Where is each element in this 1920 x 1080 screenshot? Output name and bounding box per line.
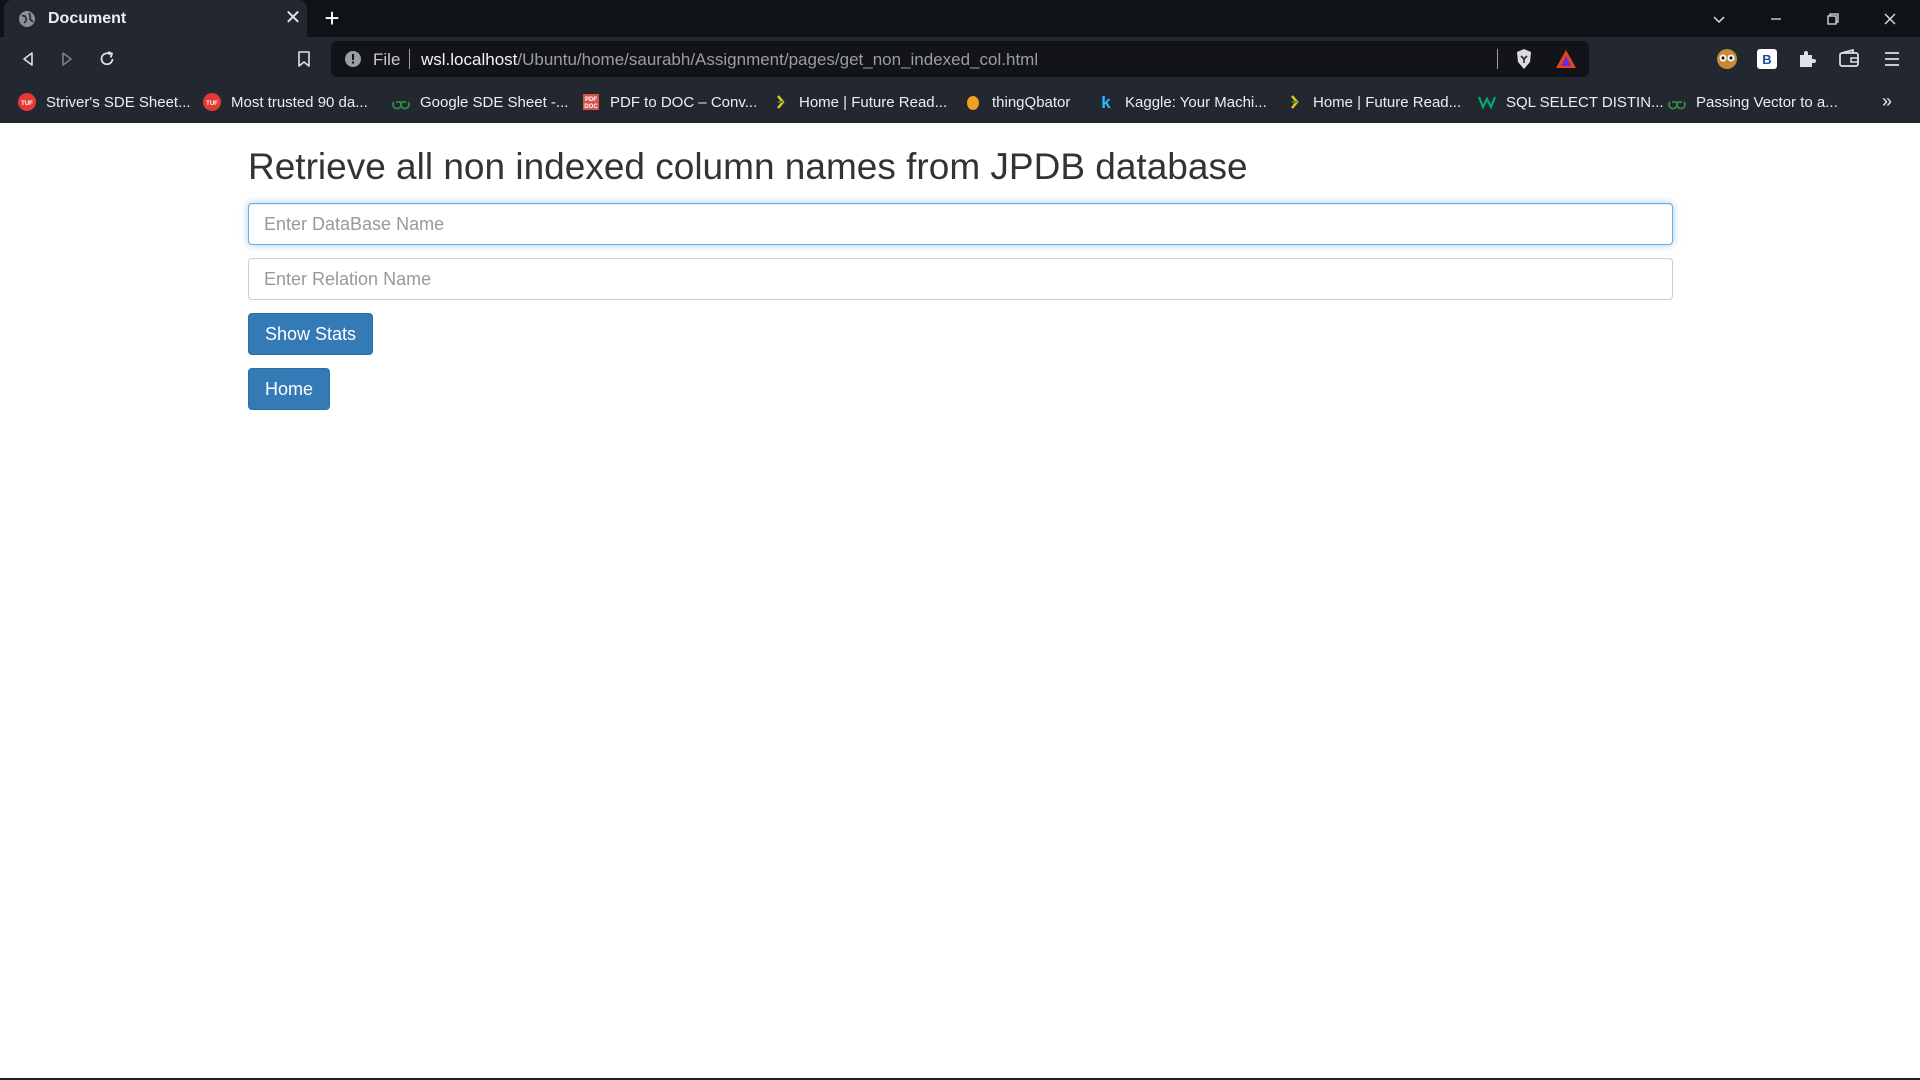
pdf2doc-icon: PDF DOC bbox=[582, 93, 600, 111]
reload-icon[interactable] bbox=[95, 47, 119, 71]
svg-text:TUF: TUF bbox=[21, 101, 33, 107]
close-window-icon[interactable] bbox=[1877, 6, 1903, 32]
bookmark-item[interactable]: TUF Striver's SDE Sheet... bbox=[18, 91, 191, 113]
bookmark-label: Google SDE Sheet -... bbox=[420, 93, 569, 111]
tab-title: Document bbox=[48, 10, 127, 27]
bookmark-item[interactable]: SQL SELECT DISTIN... bbox=[1477, 91, 1664, 113]
gfg-icon bbox=[1668, 93, 1686, 111]
bookmark-label: Most trusted 90 da... bbox=[231, 93, 368, 111]
address-url[interactable]: wsl.localhost/Ubuntu/home/saurabh/Assign… bbox=[421, 50, 1038, 70]
bookmark-label: SQL SELECT DISTIN... bbox=[1506, 93, 1664, 111]
extension-b-icon[interactable]: B bbox=[1755, 47, 1779, 71]
bookmark-label: Home | Future Read... bbox=[799, 93, 948, 111]
bookmark-icon[interactable] bbox=[292, 47, 316, 71]
gfg-icon bbox=[392, 93, 410, 111]
future-ready-icon bbox=[771, 93, 789, 111]
info-icon[interactable] bbox=[344, 50, 362, 68]
tuf-icon: TUF bbox=[18, 93, 36, 111]
wallet-icon[interactable] bbox=[1837, 47, 1861, 71]
database-name-input[interactable] bbox=[248, 203, 1673, 245]
bookmark-label: PDF to DOC – Conv... bbox=[610, 93, 758, 111]
tuf-icon: TUF bbox=[203, 93, 221, 111]
svg-text:B: B bbox=[1762, 52, 1771, 67]
bookmark-label: Passing Vector to a... bbox=[1696, 93, 1838, 111]
kaggle-icon: k bbox=[1097, 93, 1115, 112]
bookmark-label: Striver's SDE Sheet... bbox=[46, 93, 191, 111]
w3schools-icon bbox=[1477, 93, 1497, 111]
address-path: /Ubuntu/home/saurabh/Assignment/pages/ge… bbox=[517, 50, 1039, 69]
globe-icon bbox=[18, 10, 36, 28]
forward-icon[interactable] bbox=[55, 47, 79, 71]
page-content: Retrieve all non indexed column names fr… bbox=[0, 123, 1920, 1078]
tab-bar: Document ✕ + bbox=[0, 0, 1920, 37]
brave-rewards-icon[interactable] bbox=[1555, 49, 1577, 69]
bookmarks-bar: TUF Striver's SDE Sheet... TUF Most trus… bbox=[0, 81, 1920, 123]
bookmark-item[interactable]: Google SDE Sheet -... bbox=[392, 91, 568, 113]
address-separator bbox=[409, 49, 410, 69]
svg-text:TUF: TUF bbox=[206, 101, 218, 107]
bookmark-item[interactable]: TUF Most trusted 90 da... bbox=[203, 91, 368, 113]
bookmark-label: Home | Future Read... bbox=[1313, 93, 1462, 111]
extension-owl-icon[interactable] bbox=[1715, 47, 1739, 71]
address-host: wsl.localhost bbox=[421, 50, 518, 69]
back-icon[interactable] bbox=[16, 47, 40, 71]
extensions-puzzle-icon[interactable] bbox=[1795, 47, 1819, 71]
home-button[interactable]: Home bbox=[248, 368, 331, 410]
svg-text:k: k bbox=[1101, 93, 1111, 111]
address-divider bbox=[1497, 49, 1498, 69]
bookmark-label: thingQbator bbox=[992, 93, 1071, 111]
tab-search-icon[interactable] bbox=[1706, 6, 1732, 32]
relation-name-input[interactable] bbox=[248, 258, 1673, 300]
close-tab-icon[interactable]: ✕ bbox=[283, 8, 303, 28]
thingqbator-icon bbox=[964, 93, 982, 111]
brave-shield-icon[interactable] bbox=[1514, 48, 1534, 70]
new-tab-button[interactable]: + bbox=[320, 5, 344, 31]
file-scheme-label: File bbox=[373, 50, 401, 69]
bookmark-item[interactable]: Passing Vector to a... bbox=[1668, 91, 1838, 113]
bookmark-item[interactable]: k Kaggle: Your Machi... bbox=[1097, 91, 1267, 113]
bookmark-label: Kaggle: Your Machi... bbox=[1125, 93, 1267, 111]
bookmark-item[interactable]: thingQbator bbox=[964, 91, 1070, 113]
bookmark-item[interactable]: PDF DOC PDF to DOC – Conv... bbox=[582, 91, 757, 113]
svg-text:DOC: DOC bbox=[584, 104, 598, 110]
browser-toolbar: File wsl.localhost/Ubuntu/home/saurabh/A… bbox=[0, 37, 1920, 81]
future-ready-icon bbox=[1285, 93, 1303, 111]
tab-document[interactable]: Document ✕ bbox=[4, 0, 307, 37]
address-bar[interactable]: File wsl.localhost/Ubuntu/home/saurabh/A… bbox=[331, 41, 1589, 77]
menu-icon[interactable] bbox=[1880, 47, 1904, 71]
bookmarks-overflow-button[interactable]: » bbox=[1882, 91, 1892, 112]
page-title: Retrieve all non indexed column names fr… bbox=[248, 146, 1248, 187]
svg-text:PDF: PDF bbox=[585, 97, 597, 103]
bookmark-item[interactable]: Home | Future Read... bbox=[771, 91, 947, 113]
bookmark-item[interactable]: Home | Future Read... bbox=[1285, 91, 1461, 113]
restore-icon[interactable] bbox=[1820, 6, 1846, 32]
show-stats-button[interactable]: Show Stats bbox=[248, 313, 374, 355]
minimize-icon[interactable] bbox=[1763, 6, 1789, 32]
